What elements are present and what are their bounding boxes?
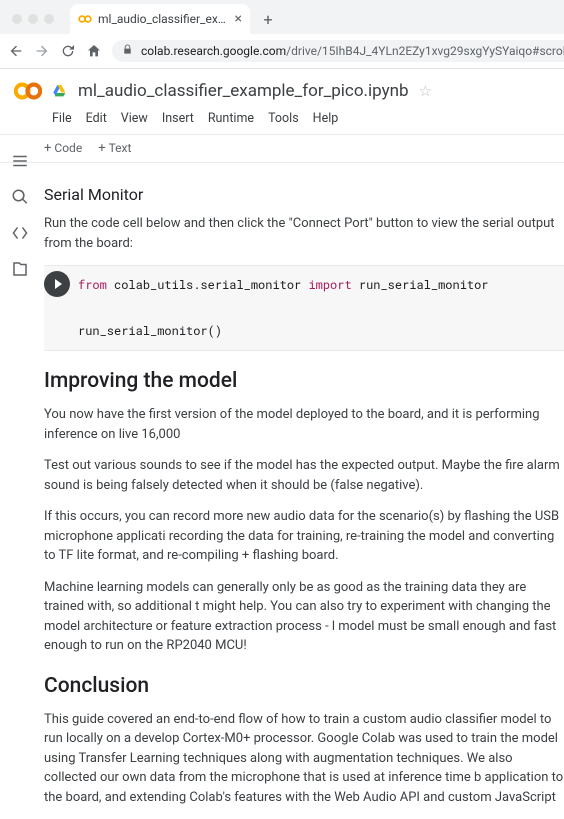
notebook-title[interactable]: ml_audio_classifier_example_for_pico.ipy… bbox=[78, 81, 409, 101]
notebook-content: Serial Monitor Run the code cell below a… bbox=[0, 163, 564, 807]
paragraph: Test out various sounds to see if the mo… bbox=[44, 456, 564, 495]
section-heading: Conclusion bbox=[44, 674, 564, 698]
drive-icon bbox=[52, 83, 68, 99]
code-cell[interactable]: from colab_utils.serial_monitor import r… bbox=[44, 265, 564, 351]
menu-help[interactable]: Help bbox=[313, 111, 339, 126]
reload-icon bbox=[60, 43, 76, 59]
files-icon[interactable] bbox=[11, 260, 29, 278]
toolbar: +Code +Text bbox=[0, 134, 564, 163]
menu-file[interactable]: File bbox=[52, 111, 72, 126]
header-row: ml_audio_classifier_example_for_pico.ipy… bbox=[14, 77, 550, 105]
menu-view[interactable]: View bbox=[121, 111, 148, 126]
paragraph: Run the code cell below and then click t… bbox=[44, 214, 564, 253]
play-icon bbox=[55, 279, 62, 289]
paragraph: This guide covered an end-to-end flow of… bbox=[44, 710, 564, 808]
section-heading: Serial Monitor bbox=[44, 185, 564, 204]
snippets-icon[interactable] bbox=[11, 224, 29, 242]
paragraph: You now have the first version of the mo… bbox=[44, 405, 564, 444]
search-icon[interactable] bbox=[11, 188, 29, 206]
browser-chrome: ml_audio_classifier_example_ × + colab.r… bbox=[0, 0, 564, 69]
menu-edit[interactable]: Edit bbox=[86, 111, 107, 126]
run-cell-button[interactable] bbox=[44, 271, 70, 297]
code-editor[interactable]: from colab_utils.serial_monitor import r… bbox=[44, 265, 564, 351]
colab-favicon-icon bbox=[78, 12, 92, 26]
colab-logo-icon[interactable] bbox=[14, 77, 42, 105]
reload-button[interactable] bbox=[60, 42, 76, 60]
paragraph: Machine learning models can generally on… bbox=[44, 578, 564, 656]
add-code-button[interactable]: +Code bbox=[44, 141, 82, 156]
menu-bar: File Edit View Insert Runtime Tools Help bbox=[14, 105, 550, 134]
star-icon[interactable]: ☆ bbox=[419, 82, 432, 100]
section-heading: Improving the model bbox=[44, 369, 564, 393]
window-buttons bbox=[12, 14, 54, 24]
window-close[interactable] bbox=[12, 14, 22, 24]
address-bar-area: colab.research.google.com/drive/15IhB4J_… bbox=[0, 34, 564, 69]
window-min[interactable] bbox=[28, 14, 38, 24]
toc-icon[interactable] bbox=[11, 152, 29, 170]
window-max[interactable] bbox=[44, 14, 54, 24]
back-button[interactable] bbox=[8, 42, 24, 60]
forward-button[interactable] bbox=[34, 42, 50, 60]
tab-bar: ml_audio_classifier_example_ × + bbox=[0, 0, 564, 34]
close-icon[interactable]: × bbox=[235, 11, 242, 27]
paragraph: If this occurs, you can record more new … bbox=[44, 507, 564, 566]
menu-runtime[interactable]: Runtime bbox=[208, 111, 254, 126]
arrow-right-icon bbox=[34, 43, 50, 59]
left-rail bbox=[0, 142, 40, 278]
menu-insert[interactable]: Insert bbox=[162, 111, 194, 126]
home-button[interactable] bbox=[86, 42, 102, 60]
colab-header: ml_audio_classifier_example_for_pico.ipy… bbox=[0, 69, 564, 134]
url-text: colab.research.google.com/drive/15IhB4J_… bbox=[141, 44, 564, 58]
lock-icon bbox=[122, 44, 133, 58]
home-icon bbox=[86, 43, 102, 59]
new-tab-button[interactable]: + bbox=[256, 7, 280, 31]
menu-tools[interactable]: Tools bbox=[268, 111, 299, 126]
add-text-button[interactable]: +Text bbox=[98, 141, 131, 156]
tab-title: ml_audio_classifier_example_ bbox=[98, 12, 229, 26]
address-bar[interactable]: colab.research.google.com/drive/15IhB4J_… bbox=[112, 40, 564, 62]
browser-tab[interactable]: ml_audio_classifier_example_ × bbox=[70, 4, 250, 34]
arrow-left-icon bbox=[8, 43, 24, 59]
